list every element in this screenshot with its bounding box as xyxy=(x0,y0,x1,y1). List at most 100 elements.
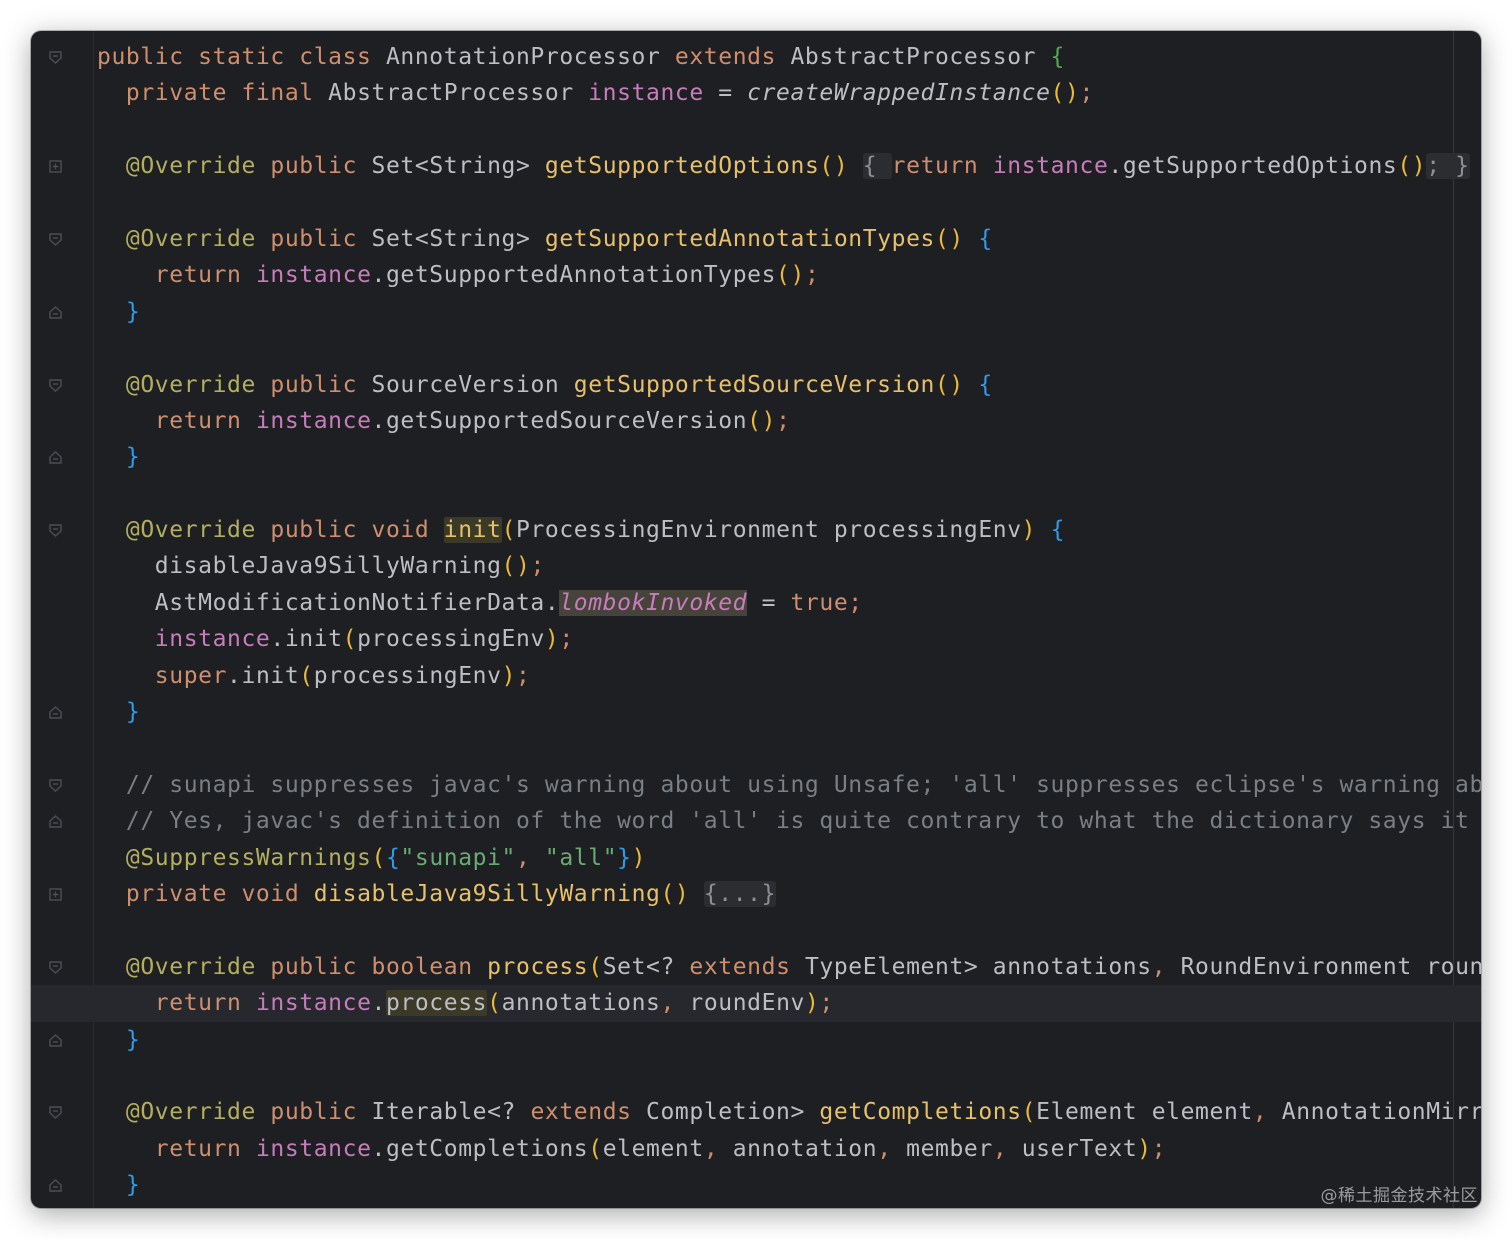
code-token: ; xyxy=(516,662,531,689)
code-token: annotation xyxy=(732,1135,878,1162)
code-token: { xyxy=(1050,517,1066,544)
code-line[interactable] xyxy=(31,185,1481,221)
code-token: return xyxy=(154,262,256,289)
code-line[interactable]: // sunapi suppresses javac's warning abo… xyxy=(31,767,1481,803)
code-token: () xyxy=(776,262,805,289)
code-token: ; xyxy=(530,553,545,580)
fold-expand-icon[interactable] xyxy=(48,887,63,902)
code-line[interactable]: return instance.getCompletions(element, … xyxy=(31,1131,1481,1167)
code-token: ) xyxy=(1137,1135,1152,1162)
code-text: private void disableJava9SillyWarning() … xyxy=(97,876,777,912)
code-line[interactable] xyxy=(31,1058,1481,1094)
code-token: Iterable<? xyxy=(371,1099,531,1126)
code-line[interactable]: @Override public Set<String> getSupporte… xyxy=(31,148,1481,184)
code-editor-window: public static class AnnotationProcessor … xyxy=(31,31,1481,1208)
code-token: ) xyxy=(631,844,647,871)
code-line[interactable]: @Override public Iterable<? extends Comp… xyxy=(31,1094,1481,1130)
fold-end-icon[interactable] xyxy=(48,1178,63,1193)
fold-end-icon[interactable] xyxy=(48,1033,63,1048)
code-line[interactable]: public static class AnnotationProcessor … xyxy=(31,39,1481,75)
code-text: @Override public Iterable<? extends Comp… xyxy=(97,1094,1481,1130)
code-line[interactable]: private void disableJava9SillyWarning() … xyxy=(31,876,1481,912)
code-token: @Override xyxy=(125,225,271,252)
code-line[interactable]: } xyxy=(31,439,1481,475)
code-line[interactable]: @Override public Set<String> getSupporte… xyxy=(31,221,1481,257)
code-line[interactable]: return instance.getSupportedSourceVersio… xyxy=(31,403,1481,439)
fold-open-icon[interactable] xyxy=(48,378,63,393)
code-token: // sunapi suppresses javac's warning abo… xyxy=(125,771,1481,798)
code-token: ) xyxy=(501,662,517,689)
folded-region[interactable]: ; } xyxy=(1426,153,1470,180)
code-line[interactable]: instance.init(processingEnv); xyxy=(31,621,1481,657)
code-token: RoundEnvironment roundEnv xyxy=(1180,953,1481,980)
code-token: getSupportedAnnotationTypes xyxy=(544,225,935,252)
code-token: .init xyxy=(270,626,343,653)
code-line[interactable] xyxy=(31,912,1481,948)
code-line[interactable]: } xyxy=(31,694,1481,730)
code-token: instance xyxy=(255,990,372,1017)
fold-end-icon[interactable] xyxy=(48,450,63,465)
fold-end-icon[interactable] xyxy=(48,305,63,320)
code-line[interactable]: return instance.getSupportedAnnotationTy… xyxy=(31,257,1481,293)
code-text: disableJava9SillyWarning(); xyxy=(97,548,545,584)
code-line[interactable]: // Yes, javac's definition of the word '… xyxy=(31,803,1481,839)
fold-open-icon[interactable] xyxy=(48,960,63,975)
code-line[interactable]: super.init(processingEnv); xyxy=(31,658,1481,694)
fold-open-icon[interactable] xyxy=(48,523,63,538)
code-token: "sunapi" xyxy=(400,844,516,871)
code-token: AstModificationNotifierData. xyxy=(97,589,560,616)
fold-end-icon[interactable] xyxy=(48,705,63,720)
code-line[interactable]: disableJava9SillyWarning(); xyxy=(31,548,1481,584)
folded-region[interactable]: { xyxy=(862,153,892,180)
code-token: ( xyxy=(1021,1099,1037,1126)
code-token: @SuppressWarnings xyxy=(125,844,372,871)
code-line[interactable]: AstModificationNotifierData.lombokInvoke… xyxy=(31,585,1481,621)
code-token: userText xyxy=(1021,1135,1138,1162)
code-token: () xyxy=(819,153,849,180)
code-line[interactable] xyxy=(31,112,1481,148)
code-token: instance xyxy=(588,80,704,107)
fold-open-icon[interactable] xyxy=(48,50,63,65)
code-text: private final AbstractProcessor instance… xyxy=(97,75,1094,111)
code-line[interactable]: @Override public SourceVersion getSuppor… xyxy=(31,367,1481,403)
code-token: return xyxy=(891,153,993,180)
code-token: } xyxy=(125,1172,141,1199)
code-area[interactable]: public static class AnnotationProcessor … xyxy=(31,39,1481,1204)
code-token: ( xyxy=(487,990,502,1017)
code-text: // sunapi suppresses javac's warning abo… xyxy=(97,767,1481,803)
fold-expand-icon[interactable] xyxy=(48,159,63,174)
code-line[interactable]: } xyxy=(31,1167,1481,1203)
fold-open-icon[interactable] xyxy=(48,778,63,793)
code-token: () xyxy=(934,371,964,398)
code-line[interactable]: } xyxy=(31,1022,1481,1058)
code-token: TypeElement> annotations xyxy=(804,953,1152,980)
fold-open-icon[interactable] xyxy=(48,1105,63,1120)
code-line[interactable]: @Override public void init(ProcessingEnv… xyxy=(31,512,1481,548)
code-text: } xyxy=(97,294,140,330)
code-token: @Override xyxy=(125,517,271,544)
fold-end-icon[interactable] xyxy=(48,814,63,829)
code-line[interactable]: } xyxy=(31,294,1481,330)
code-line[interactable]: @SuppressWarnings({"sunapi", "all"}) xyxy=(31,840,1481,876)
code-line[interactable]: private final AbstractProcessor instance… xyxy=(31,75,1481,111)
code-line[interactable] xyxy=(31,476,1481,512)
code-line[interactable]: @Override public boolean process(Set<? e… xyxy=(31,949,1481,985)
code-token: processingEnv xyxy=(313,662,502,689)
code-line[interactable] xyxy=(31,330,1481,366)
code-line[interactable] xyxy=(31,730,1481,766)
code-token: ProcessingEnvironment processingEnv xyxy=(516,517,1022,544)
folded-region[interactable]: {...} xyxy=(703,880,777,907)
code-line[interactable]: return instance.process(annotations, rou… xyxy=(31,985,1481,1022)
code-token: ; xyxy=(1151,1135,1167,1162)
code-token: , xyxy=(877,1135,907,1162)
fold-open-icon[interactable] xyxy=(48,232,63,247)
code-token: true; xyxy=(790,589,863,616)
code-token: Set<String> xyxy=(371,153,545,180)
code-token: extends xyxy=(530,1099,647,1126)
